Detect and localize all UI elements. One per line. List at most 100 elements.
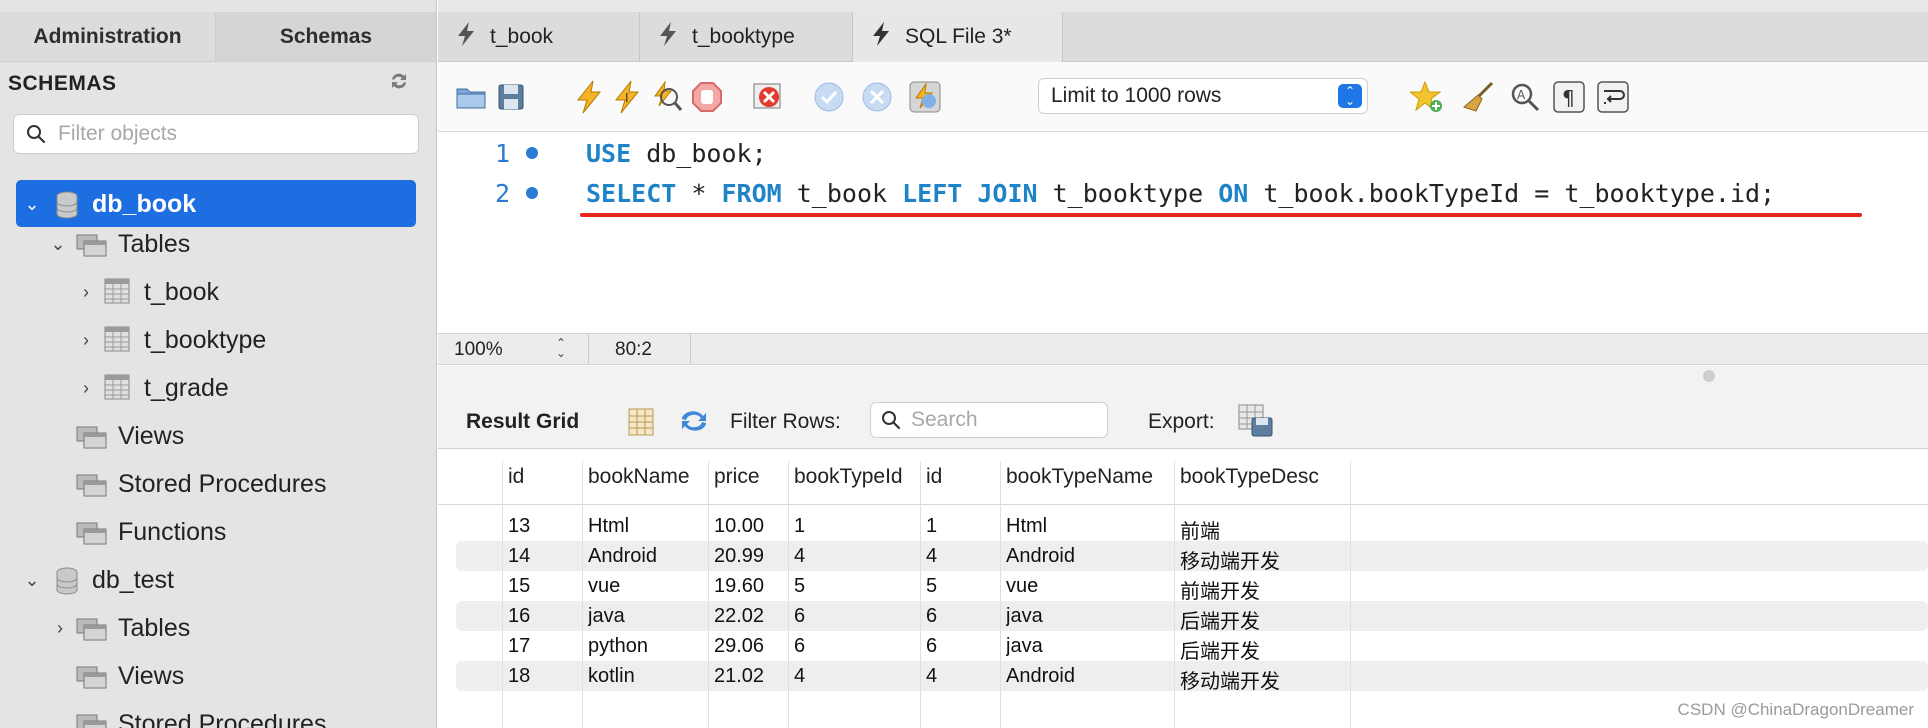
- chevron-right-icon[interactable]: ›: [78, 330, 94, 350]
- zoom-stepper-icon[interactable]: ⌃ ⌄: [556, 337, 566, 359]
- table-cell[interactable]: 6: [926, 635, 937, 658]
- tab-administration[interactable]: Administration: [0, 12, 216, 62]
- tree-item-views[interactable]: Views: [0, 654, 436, 698]
- table-row[interactable]: 16 java 22.02 6 6 java 后端开发: [456, 601, 1928, 634]
- table-row[interactable]: 17 python 29.06 6 6 java 后端开发: [456, 631, 1928, 664]
- limit-rows-select[interactable]: Limit to 1000 rows ⌃ ⌄: [1038, 78, 1368, 114]
- tab-t-book[interactable]: t_book: [438, 12, 640, 62]
- code-line[interactable]: 2 SELECT * FROM t_book LEFT JOIN t_bookt…: [438, 173, 1928, 213]
- table-cell[interactable]: 4: [926, 665, 937, 688]
- table-cell[interactable]: Html: [1006, 515, 1047, 538]
- table-cell[interactable]: 6: [794, 605, 805, 628]
- stop-icon[interactable]: [690, 80, 724, 114]
- explain-icon[interactable]: [650, 80, 684, 114]
- invisible-chars-icon[interactable]: ¶: [1552, 80, 1586, 114]
- execute-icon[interactable]: [572, 80, 606, 114]
- table-row[interactable]: 15 vue 19.60 5 5 vue 前端开发: [456, 571, 1928, 604]
- chevron-down-icon[interactable]: ⌄: [50, 234, 66, 254]
- column-header[interactable]: price: [714, 465, 760, 489]
- table-cell[interactable]: 4: [794, 545, 805, 568]
- table-cell[interactable]: 15: [508, 575, 530, 598]
- autocommit-icon[interactable]: [908, 80, 942, 114]
- table-cell[interactable]: 18: [508, 665, 530, 688]
- table-cell[interactable]: 14: [508, 545, 530, 568]
- refresh-results-icon[interactable]: [678, 408, 710, 440]
- table-cell[interactable]: 6: [794, 635, 805, 658]
- chevron-down-icon[interactable]: ⌄: [24, 570, 40, 590]
- add-snippet-star-icon[interactable]: [1410, 80, 1444, 114]
- column-divider[interactable]: [708, 461, 709, 728]
- table-cell[interactable]: 移动端开发: [1180, 545, 1280, 574]
- tree-item-views[interactable]: Views: [0, 414, 436, 458]
- result-grid-title[interactable]: Result Grid: [466, 410, 579, 434]
- column-header[interactable]: bookTypeName: [1006, 465, 1153, 489]
- tree-item-stored-procedures[interactable]: Stored Procedures: [0, 702, 436, 728]
- word-wrap-icon[interactable]: [1596, 80, 1630, 114]
- table-cell[interactable]: java: [1006, 605, 1043, 628]
- table-cell[interactable]: 5: [794, 575, 805, 598]
- tree-item-stored-procedures[interactable]: Stored Procedures: [0, 462, 436, 506]
- table-cell[interactable]: Android: [1006, 665, 1075, 688]
- chevron-down-icon[interactable]: ⌄: [24, 194, 40, 214]
- column-divider[interactable]: [1000, 461, 1001, 728]
- column-header[interactable]: bookTypeId: [794, 465, 903, 489]
- column-divider[interactable]: [788, 461, 789, 728]
- execute-current-icon[interactable]: I: [610, 80, 644, 114]
- table-cell[interactable]: 前端: [1180, 515, 1220, 544]
- tab-sql-file-3[interactable]: SQL File 3*: [853, 12, 1063, 62]
- table-row[interactable]: 13 Html 10.00 1 1 Html 前端: [456, 511, 1928, 544]
- tree-item-functions[interactable]: Functions: [0, 510, 436, 554]
- table-cell[interactable]: 后端开发: [1180, 635, 1260, 664]
- table-cell[interactable]: vue: [588, 575, 620, 598]
- column-divider[interactable]: [920, 461, 921, 728]
- open-folder-icon[interactable]: [454, 80, 488, 114]
- column-divider[interactable]: [1350, 461, 1351, 728]
- table-cell[interactable]: Android: [588, 545, 657, 568]
- table-cell[interactable]: 移动端开发: [1180, 665, 1280, 694]
- table-cell[interactable]: 前端开发: [1180, 575, 1260, 604]
- tree-item-t-book[interactable]: › t_book: [0, 270, 436, 314]
- tab-schemas[interactable]: Schemas: [216, 12, 436, 62]
- table-row[interactable]: 14 Android 20.99 4 4 Android 移动端开发: [456, 541, 1928, 574]
- grid-layout-icon[interactable]: [628, 408, 654, 442]
- tree-item-db-book[interactable]: ⌄ db_book: [0, 182, 436, 226]
- table-cell[interactable]: kotlin: [588, 665, 635, 688]
- table-cell[interactable]: 1: [794, 515, 805, 538]
- chevron-right-icon[interactable]: ›: [52, 618, 68, 638]
- sql-editor[interactable]: 1 USE db_book; 2 SELECT * FROM t_book LE…: [438, 133, 1928, 333]
- toggle-stop-on-error-icon[interactable]: [752, 80, 786, 114]
- table-cell[interactable]: 4: [794, 665, 805, 688]
- tree-item-tables[interactable]: ⌄ Tables: [0, 222, 436, 266]
- table-cell[interactable]: 后端开发: [1180, 605, 1260, 634]
- table-cell[interactable]: 19.60: [714, 575, 764, 598]
- tree-item-t-booktype[interactable]: › t_booktype: [0, 318, 436, 362]
- save-icon[interactable]: [494, 80, 528, 114]
- column-divider[interactable]: [1174, 461, 1175, 728]
- chevron-right-icon[interactable]: ›: [78, 378, 94, 398]
- table-cell[interactable]: 17: [508, 635, 530, 658]
- column-divider[interactable]: [502, 461, 503, 728]
- table-cell[interactable]: 5: [926, 575, 937, 598]
- tree-item-tables[interactable]: › Tables: [0, 606, 436, 650]
- table-cell[interactable]: python: [588, 635, 648, 658]
- table-cell[interactable]: Android: [1006, 545, 1075, 568]
- zoom-level[interactable]: 100%: [454, 339, 503, 361]
- tab-t-booktype[interactable]: t_booktype: [640, 12, 853, 62]
- table-cell[interactable]: 20.99: [714, 545, 764, 568]
- splitter-handle[interactable]: [1703, 370, 1715, 382]
- find-replace-icon[interactable]: A: [1508, 80, 1542, 114]
- table-cell[interactable]: 13: [508, 515, 530, 538]
- table-cell[interactable]: 4: [926, 545, 937, 568]
- tree-item-db-test[interactable]: ⌄ db_test: [0, 558, 436, 602]
- beautify-broom-icon[interactable]: [1462, 80, 1496, 114]
- chevron-right-icon[interactable]: ›: [78, 282, 94, 302]
- export-icon[interactable]: [1238, 404, 1274, 444]
- filter-rows-input[interactable]: [911, 408, 1091, 432]
- table-cell[interactable]: 29.06: [714, 635, 764, 658]
- table-cell[interactable]: java: [1006, 635, 1043, 658]
- table-cell[interactable]: 6: [926, 605, 937, 628]
- table-cell[interactable]: vue: [1006, 575, 1038, 598]
- table-row[interactable]: 18 kotlin 21.02 4 4 Android 移动端开发: [456, 661, 1928, 694]
- table-cell[interactable]: 21.02: [714, 665, 764, 688]
- filter-objects-input[interactable]: [58, 122, 398, 146]
